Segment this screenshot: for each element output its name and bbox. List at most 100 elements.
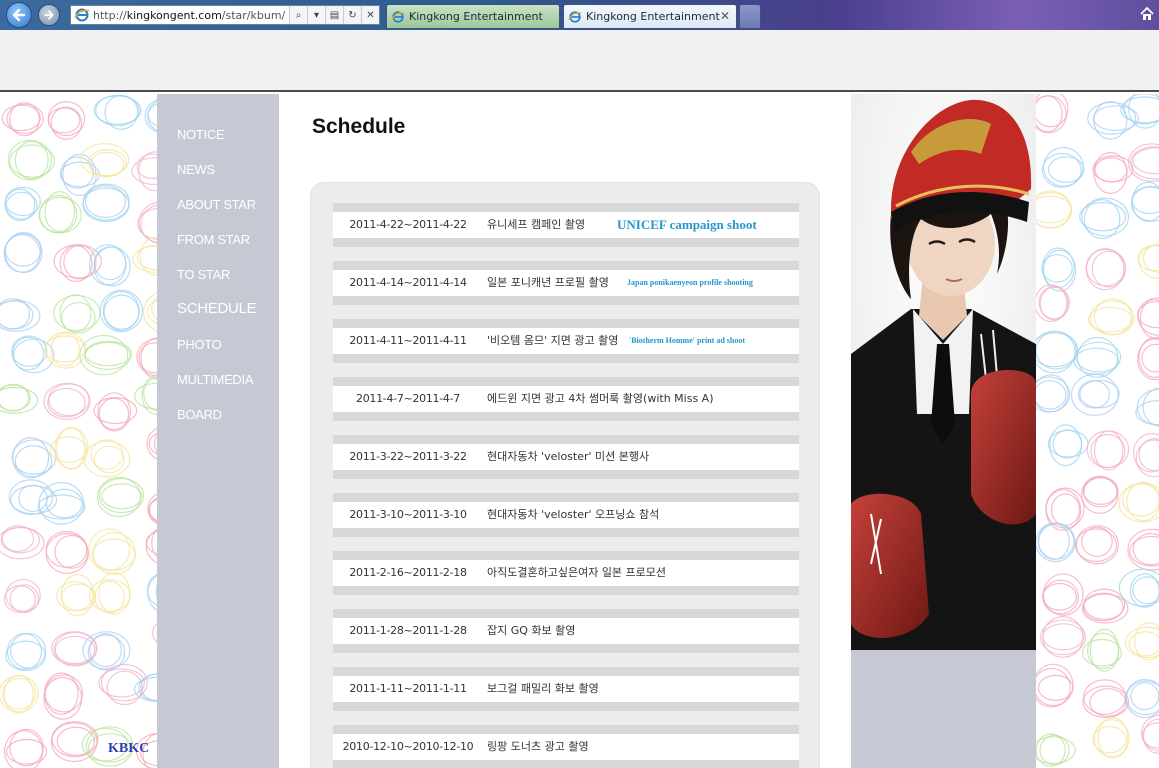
scribble-mark [1076, 336, 1119, 378]
schedule-description[interactable]: 현대자동차 'veloster' 미션 본행사 [487, 444, 649, 470]
arrow-left-icon [12, 8, 26, 22]
star-portrait-photo [851, 94, 1036, 650]
schedule-description[interactable]: '비오템 옴므' 지면 광고 촬영 [487, 328, 618, 354]
scribble-mark [98, 572, 131, 615]
new-tab-button[interactable] [739, 4, 761, 28]
schedule-note: Japan ponikaenyeon profile shooting [627, 278, 753, 287]
browser-toolbar [0, 30, 1159, 92]
schedule-row[interactable]: 2011-3-10~2011-3-10 현대자동차 'veloster' 오프닝쇼… [333, 493, 799, 537]
schedule-description[interactable]: 아직도결혼하고싶은여자 일본 프로모션 [487, 560, 666, 586]
scribble-mark [1132, 576, 1159, 605]
row-stripe [333, 412, 799, 421]
scribble-mark [43, 672, 79, 715]
scribble-mark [47, 387, 86, 418]
close-icon[interactable]: ✕ [720, 9, 730, 23]
scribble-mark [61, 583, 97, 611]
schedule-row[interactable]: 2011-2-16~2011-2-18 아직도결혼하고싶은여자 일본 프로모션 [333, 551, 799, 595]
schedule-description[interactable]: 잡지 GQ 화보 촬영 [487, 618, 575, 644]
scribble-mark [1075, 341, 1122, 373]
scribble-mark [82, 187, 130, 222]
schedule-row[interactable]: 2011-3-22~2011-3-22 현대자동차 'veloster' 미션 본… [333, 435, 799, 479]
schedule-description[interactable]: 일본 포니캐년 프로필 촬영 [487, 270, 609, 296]
schedule-date: 2011-4-14~2011-4-14 [349, 276, 467, 289]
scribble-mark [1120, 96, 1159, 124]
scribble-mark [1122, 483, 1159, 517]
schedule-row[interactable]: 2011-4-7~2011-4-7 에드윈 지면 광고 4차 썸머룩 촬영(wit… [333, 377, 799, 421]
schedule-row[interactable]: 2010-12-10~2010-12-10 링팡 도너츠 광고 촬영 [333, 725, 799, 768]
scribble-mark [1141, 343, 1159, 373]
scribble-mark [1077, 380, 1111, 409]
sidebar-item-multimedia[interactable]: MULTIMEDIA [177, 372, 254, 387]
schedule-description[interactable]: 유니세프 캠페인 촬영 [487, 212, 585, 238]
tab-kingkong-1[interactable]: Kingkong Entertainment [386, 4, 560, 28]
compat-view-icon[interactable]: ▤ [325, 6, 343, 24]
scribble-mark [1042, 623, 1085, 651]
refresh-icon[interactable]: ↻ [343, 6, 361, 24]
scribble-mark [106, 670, 143, 706]
schedule-row[interactable]: 2011-4-22~2011-4-22 유니세프 캠페인 촬영 UNICEF cam… [333, 203, 799, 247]
search-icon[interactable]: ⌕ [289, 6, 307, 24]
scribble-mark [12, 437, 50, 479]
scribble-mark [9, 728, 44, 767]
tab-kingkong-2[interactable]: Kingkong Entertainment ✕ [563, 4, 737, 28]
schedule-date: 2011-4-7~2011-4-7 [356, 392, 460, 405]
scribble-mark [1037, 522, 1070, 560]
stop-icon[interactable]: ✕ [361, 6, 379, 24]
scribble-mark [88, 528, 131, 572]
scribble-mark [1137, 338, 1159, 381]
scribble-mark [1038, 285, 1070, 320]
schedule-date: 2011-1-28~2011-1-28 [349, 624, 467, 637]
schedule-description[interactable]: 현대자동차 'veloster' 오프닝쇼 참석 [487, 502, 659, 528]
scribble-mark [10, 485, 58, 515]
address-bar[interactable]: http://kingkongent.com/star/kbum/ ⌕ ▾ ▤ … [70, 5, 380, 25]
sidebar-item-from-star[interactable]: FROM STAR [177, 232, 250, 247]
sidebar-item-news[interactable]: NEWS [177, 162, 215, 177]
schedule-row[interactable]: 2011-4-11~2011-4-11 '비오템 옴므' 지면 광고 촬영 'Bio… [333, 319, 799, 363]
row-stripe [333, 702, 799, 711]
row-stripe [333, 551, 799, 560]
scribble-mark [1033, 380, 1067, 410]
scribble-mark [1131, 186, 1159, 215]
ie-icon [74, 8, 90, 22]
sidebar-item-photo[interactable]: PHOTO [177, 337, 222, 352]
home-icon[interactable] [1139, 6, 1155, 22]
scribble-mark [43, 676, 83, 720]
row-stripe [333, 319, 799, 328]
schedule-note: 'Biotherm Homme' print ad shoot [629, 336, 745, 345]
scribble-mark [96, 476, 142, 518]
row-stripe [333, 435, 799, 444]
sidebar-item-board[interactable]: BOARD [177, 407, 222, 422]
row-stripe [333, 203, 799, 212]
tab-label: Kingkong Entertainment [586, 10, 720, 23]
scribble-mark [0, 300, 34, 330]
schedule-description[interactable]: 보그걸 패밀리 화보 촬영 [487, 676, 599, 702]
forward-button[interactable] [38, 4, 60, 26]
schedule-description[interactable]: 링팡 도너츠 광고 촬영 [487, 734, 589, 760]
sidebar-item-schedule[interactable]: SCHEDULE [177, 300, 257, 317]
scribble-mark [45, 530, 88, 568]
sidebar-item-notice[interactable]: NOTICE [177, 127, 225, 142]
schedule-row[interactable]: 2011-1-28~2011-1-28 잡지 GQ 화보 촬영 [333, 609, 799, 653]
scribble-mark [93, 246, 127, 281]
scribble-mark [1128, 631, 1159, 657]
ie-icon [391, 10, 405, 23]
scribble-mark [9, 584, 39, 614]
schedule-date: 2011-4-11~2011-4-11 [349, 334, 467, 347]
address-url[interactable]: http://kingkongent.com/star/kbum/ [93, 9, 289, 22]
sidebar-item-to-star[interactable]: TO STAR [177, 267, 230, 282]
row-stripe [333, 586, 799, 595]
sidebar-item-about-star[interactable]: ABOUT STAR [177, 197, 256, 212]
row-stripe [333, 667, 799, 676]
schedule-list: 2011-4-22~2011-4-22 유니세프 캠페인 촬영 UNICEF cam… [310, 182, 820, 768]
schedule-date: 2010-12-10~2010-12-10 [342, 740, 474, 753]
row-stripe [333, 528, 799, 537]
dropdown-icon[interactable]: ▾ [307, 6, 325, 24]
schedule-description[interactable]: 에드윈 지면 광고 4차 썸머룩 촬영(with Miss A) [487, 386, 714, 412]
back-button[interactable] [6, 2, 32, 28]
scribble-mark [1093, 298, 1132, 336]
schedule-row[interactable]: 2011-1-11~2011-1-11 보그걸 패밀리 화보 촬영 [333, 667, 799, 711]
arrow-right-icon [44, 10, 54, 20]
scribble-mark [1079, 379, 1120, 409]
scribble-mark [1079, 201, 1127, 232]
schedule-row[interactable]: 2011-4-14~2011-4-14 일본 포니캐년 프로필 촬영 Japan p… [333, 261, 799, 305]
